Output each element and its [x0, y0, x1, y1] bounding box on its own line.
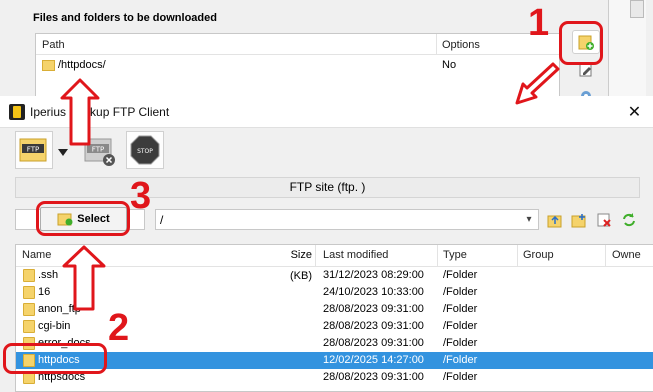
- step-number-2: 2: [108, 307, 130, 349]
- svg-text:FTP: FTP: [27, 146, 39, 154]
- file-name: cgi-bin: [38, 320, 71, 332]
- column-options[interactable]: Options: [442, 39, 480, 51]
- column-group[interactable]: Group: [518, 245, 606, 267]
- column-owner[interactable]: Owne: [606, 245, 653, 267]
- window-title: Iperius Backup FTP Client: [30, 105, 170, 119]
- close-icon: ✕: [627, 104, 642, 121]
- file-type: /Folder: [443, 371, 478, 383]
- file-modified: 28/08/2023 09:31:00: [323, 303, 424, 315]
- table-row[interactable]: httpdocs 12/02/2025 14:27:00/Folder: [16, 352, 653, 369]
- title-bar[interactable]: Iperius Backup FTP Client ✕: [0, 96, 653, 128]
- svg-text:FTP: FTP: [92, 146, 104, 154]
- chevron-down-icon[interactable]: [57, 146, 69, 158]
- folder-icon: [42, 60, 55, 71]
- file-modified: 24/10/2023 10:33:00: [323, 286, 424, 298]
- folder-up-icon: [547, 215, 562, 228]
- app-logo-icon: [9, 104, 25, 120]
- file-type: /Folder: [443, 303, 478, 315]
- file-modified: 31/12/2023 08:29:00: [323, 269, 424, 281]
- file-type: /Folder: [443, 354, 478, 366]
- folder-icon: [23, 320, 35, 333]
- file-type: /Folder: [443, 269, 478, 281]
- download-list-header: Path Options: [36, 34, 559, 55]
- download-list-panel: Files and folders to be downloaded Path …: [0, 0, 653, 101]
- parent-folder-button[interactable]: [545, 210, 565, 230]
- toolbar: FTP FTP STOP: [0, 128, 653, 170]
- folder-icon: [23, 286, 35, 299]
- file-type: /Folder: [443, 320, 478, 332]
- disconnect-button[interactable]: FTP: [80, 131, 118, 169]
- row-path: /httpdocs/: [58, 59, 106, 71]
- step-number-1: 1: [528, 2, 550, 44]
- table-row[interactable]: 16 24/10/2023 10:33:00/Folder: [16, 284, 653, 301]
- file-modified: 28/08/2023 09:31:00: [323, 371, 424, 383]
- highlight-select-button: [36, 201, 130, 236]
- column-path[interactable]: Path: [42, 39, 65, 51]
- stop-button[interactable]: STOP: [126, 131, 164, 169]
- refresh-button[interactable]: [619, 210, 639, 230]
- new-folder-button[interactable]: [569, 210, 589, 230]
- section-title: Files and folders to be downloaded: [33, 12, 217, 24]
- path-dropdown-chevron-icon[interactable]: ▾: [521, 211, 537, 227]
- folder-icon: [23, 269, 35, 282]
- vertical-scrollbar[interactable]: [608, 0, 646, 96]
- ftp-connect-icon: FTP: [19, 138, 47, 162]
- stop-icon: STOP: [130, 135, 160, 165]
- folder-icon: [23, 303, 35, 316]
- file-name: anon_ftp: [38, 303, 81, 315]
- close-button[interactable]: ✕: [616, 96, 653, 128]
- delete-icon: [597, 213, 611, 227]
- connect-button[interactable]: FTP: [15, 131, 53, 169]
- new-folder-icon: [571, 214, 586, 228]
- table-row[interactable]: .ssh 31/12/2023 08:29:00/Folder: [16, 267, 653, 284]
- svg-text:STOP: STOP: [137, 148, 153, 155]
- download-list-table: Path Options /httpdocs/ No: [35, 33, 560, 97]
- highlight-httpdocs-row: [3, 343, 107, 374]
- refresh-icon: [623, 213, 635, 227]
- step-number-3: 3: [130, 175, 152, 217]
- file-modified: 28/08/2023 09:31:00: [323, 337, 424, 349]
- delete-button[interactable]: [594, 210, 614, 230]
- download-list-row[interactable]: /httpdocs/ No: [36, 55, 559, 75]
- table-row[interactable]: httpsdocs 28/08/2023 09:31:00/Folder: [16, 369, 653, 386]
- file-type: /Folder: [443, 337, 478, 349]
- file-name: 16: [38, 286, 51, 298]
- file-table-header: Name Size (KB) Last modified Type Group …: [16, 245, 653, 282]
- column-last-modified[interactable]: Last modified: [318, 245, 438, 267]
- column-type[interactable]: Type: [438, 245, 518, 267]
- file-modified: 28/08/2023 09:31:00: [323, 320, 424, 332]
- file-name: .ssh: [38, 269, 59, 281]
- file-modified: 12/02/2025 14:27:00: [323, 354, 424, 366]
- ftp-site-label: FTP site (ftp. ): [15, 177, 640, 198]
- remote-path-input[interactable]: [155, 209, 539, 230]
- row-options: No: [442, 59, 457, 71]
- file-type: /Folder: [443, 286, 478, 298]
- ftp-disconnect-icon: FTP: [84, 138, 115, 166]
- highlight-add-folder: [559, 21, 603, 65]
